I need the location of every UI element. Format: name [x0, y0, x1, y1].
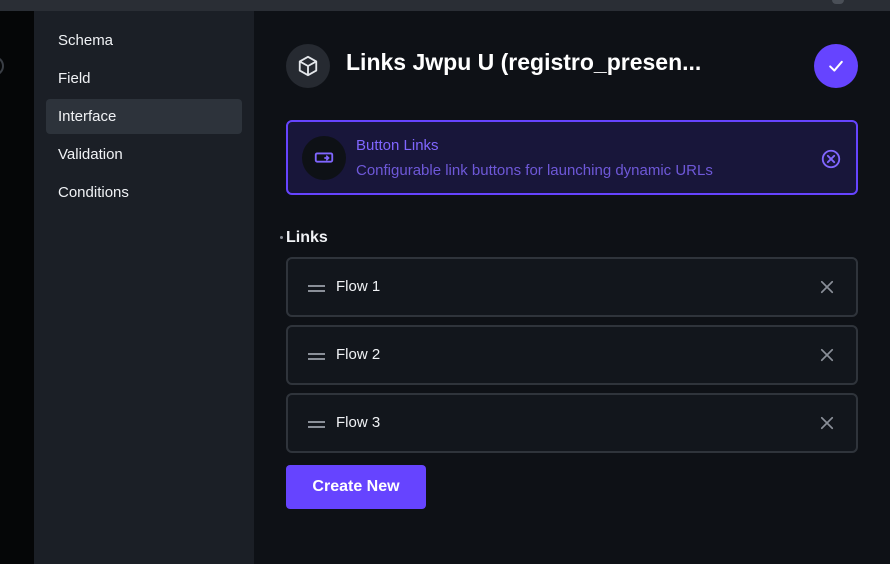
background-edge-icon [0, 58, 4, 74]
list-item[interactable]: Flow 1 [286, 257, 858, 317]
window-top-bar [0, 0, 890, 11]
link-item-label: Flow 2 [336, 346, 381, 363]
interface-name: Button Links [356, 137, 439, 154]
drawer-main: Links Jwpu U (registro_presen... Button … [254, 11, 890, 564]
close-icon[interactable] [818, 278, 836, 296]
nav-item-validation[interactable]: Validation [46, 137, 242, 172]
list-item[interactable]: Flow 3 [286, 393, 858, 453]
nav-item-conditions[interactable]: Conditions [46, 175, 242, 210]
background-overlay [0, 11, 34, 564]
top-bar-control [832, 0, 844, 4]
drag-handle-icon[interactable] [308, 353, 325, 361]
smart-button-icon [314, 152, 334, 163]
link-item-label: Flow 3 [336, 414, 381, 431]
interface-icon-badge [302, 136, 346, 180]
required-indicator [280, 236, 283, 239]
cube-icon [298, 55, 318, 77]
list-item[interactable]: Flow 2 [286, 325, 858, 385]
close-circle-icon[interactable] [820, 148, 842, 170]
create-new-button[interactable]: Create New [286, 465, 426, 509]
header-icon-badge [286, 44, 330, 88]
nav-item-schema[interactable]: Schema [46, 23, 242, 58]
drag-handle-icon[interactable] [308, 421, 325, 429]
links-field-label: Links [286, 229, 328, 246]
check-icon [829, 60, 843, 72]
field-settings-nav: Schema Field Interface Validation Condit… [34, 11, 254, 564]
link-item-label: Flow 1 [336, 278, 381, 295]
interface-description: Configurable link buttons for launching … [356, 162, 713, 179]
drag-handle-icon[interactable] [308, 285, 325, 293]
close-icon[interactable] [818, 346, 836, 364]
selected-interface-card[interactable]: Button Links Configurable link buttons f… [286, 120, 858, 195]
save-button[interactable] [814, 44, 858, 88]
page-title: Links Jwpu U (registro_presen... [346, 49, 702, 75]
nav-item-interface[interactable]: Interface [46, 99, 242, 134]
nav-item-field[interactable]: Field [46, 61, 242, 96]
close-icon[interactable] [818, 414, 836, 432]
